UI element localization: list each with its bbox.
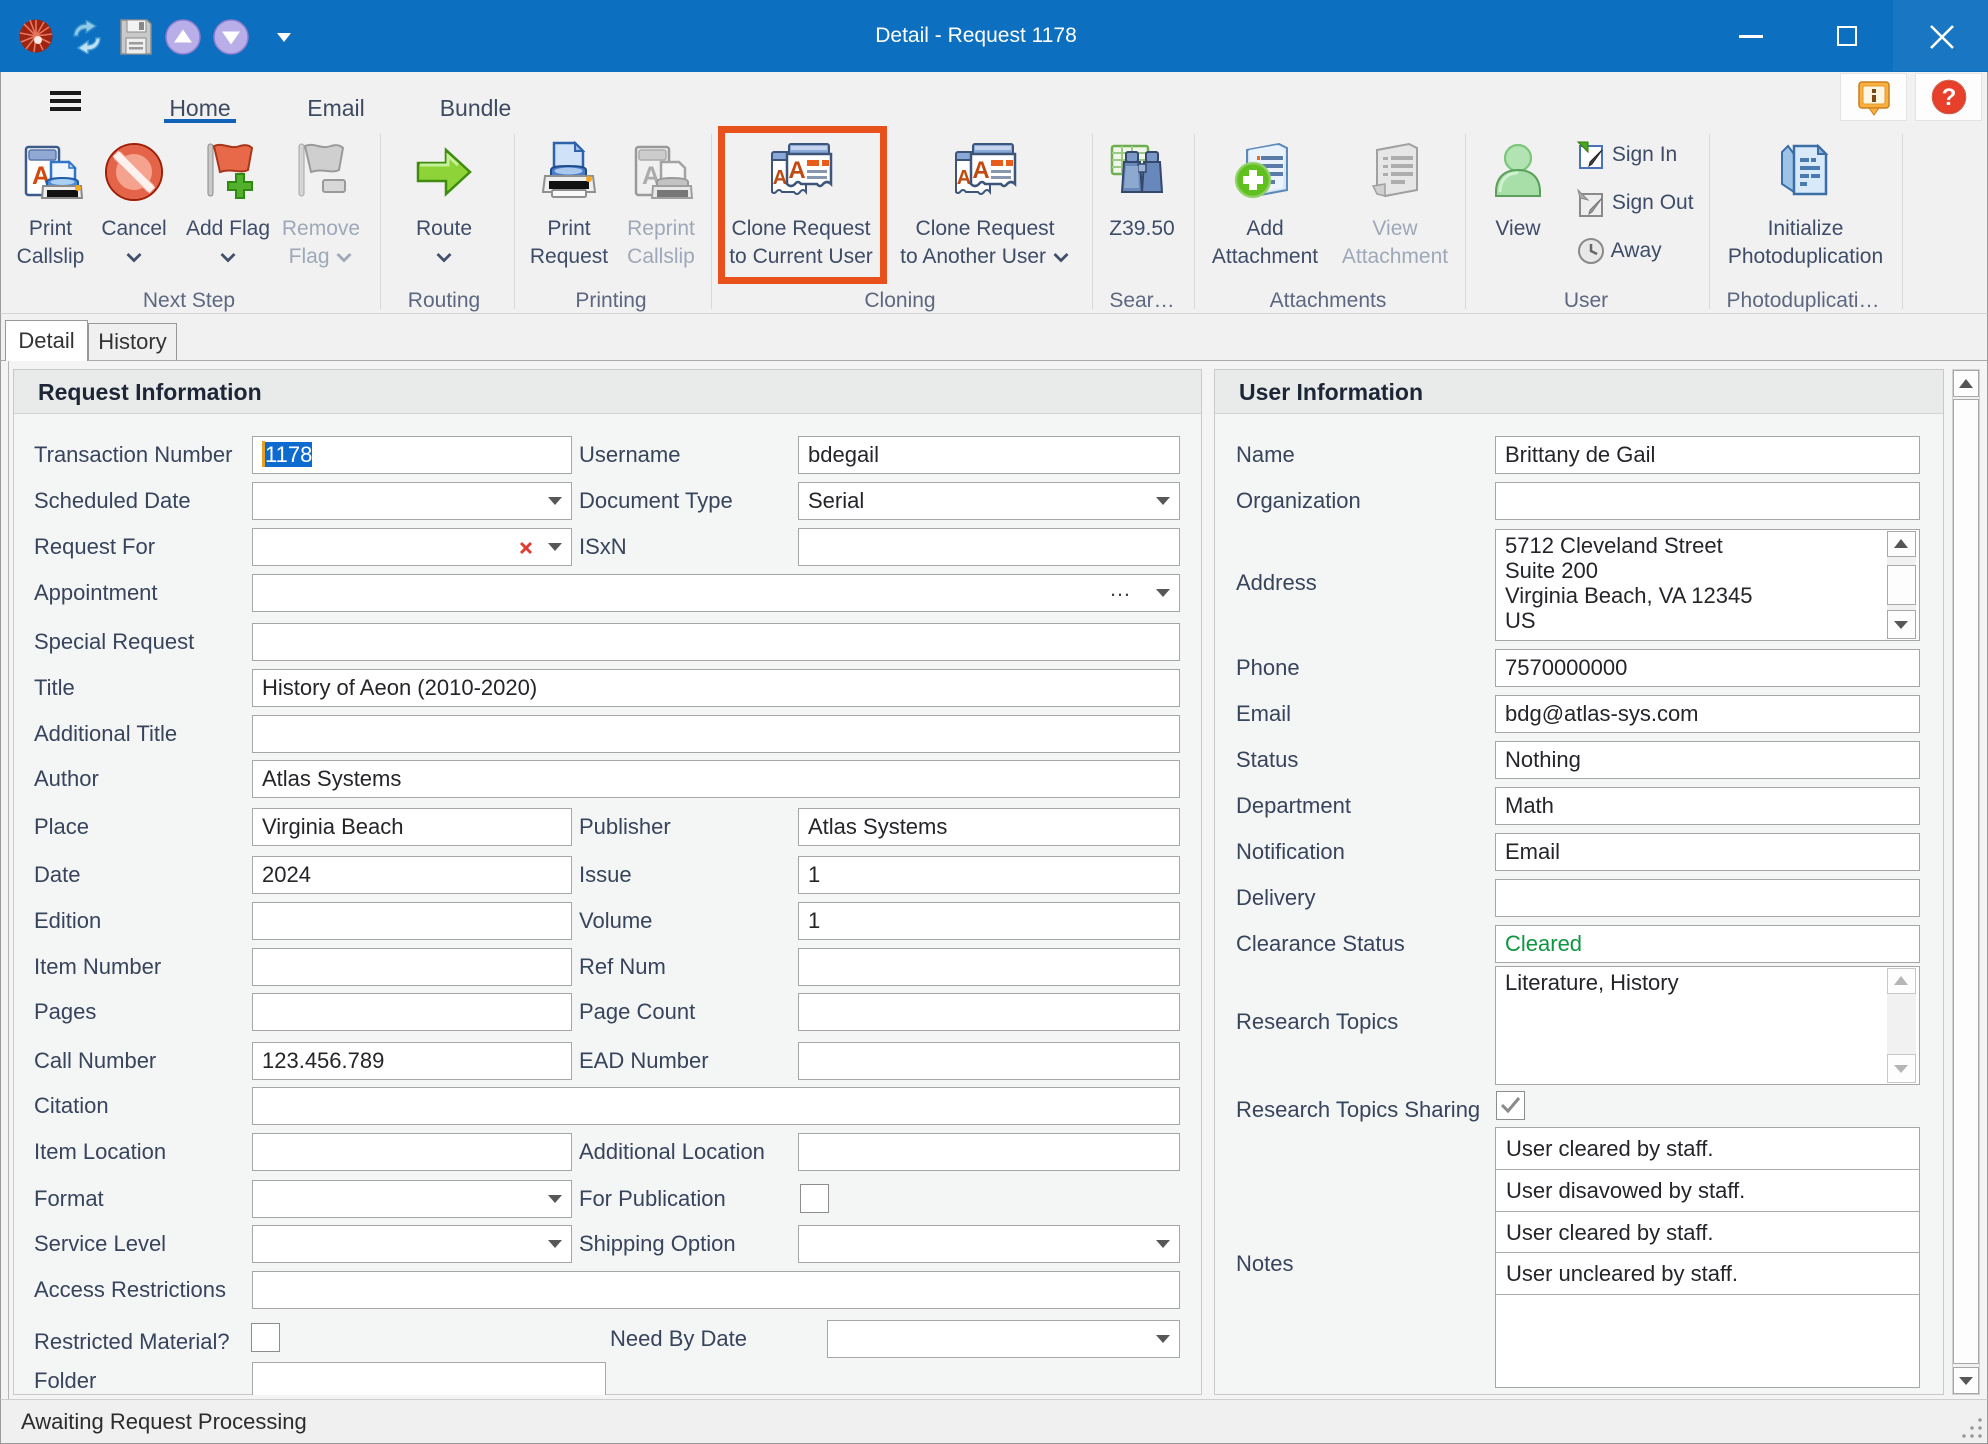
svg-text:A: A <box>972 157 989 184</box>
svg-text:?: ? <box>1942 84 1957 111</box>
svg-text:A: A <box>957 167 971 189</box>
